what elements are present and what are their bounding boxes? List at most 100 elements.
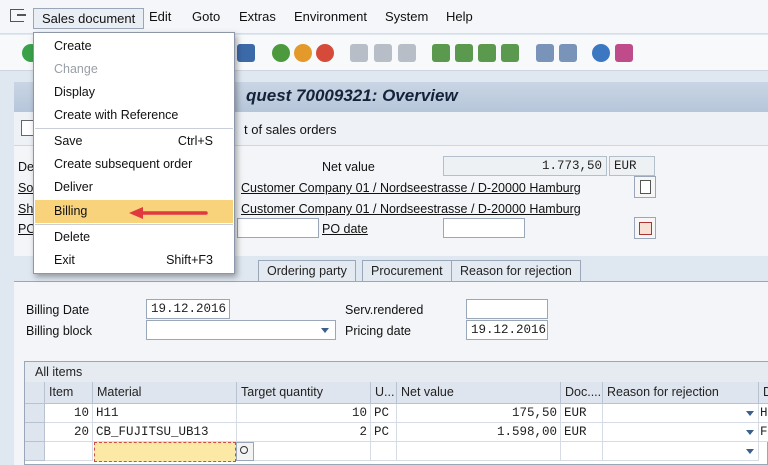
search-help-button[interactable] [236,442,254,461]
menu-edit[interactable]: Edit [149,9,171,24]
menu-item-deliver[interactable]: Deliver [35,176,233,199]
table-cell-material[interactable]: CB_FUJITSU_UB13 [93,423,237,442]
net-value-field: 1.773,50 [443,156,607,176]
po-date-input[interactable] [443,218,525,238]
table-cell-net-value: 175,50 [397,404,561,423]
column-header-net-value[interactable]: Net value [397,382,561,404]
exit-icon[interactable] [294,44,312,62]
menu-item-exit[interactable]: Exit Shift+F3 [35,249,233,272]
po-number-input[interactable] [237,218,319,238]
table-cell-unit[interactable] [371,442,397,461]
create-shortcut-icon[interactable] [559,44,577,62]
tab-reason-for-rejection[interactable]: Reason for rejection [451,260,581,281]
menu-bar: Sales document Edit Goto Extras Environm… [0,0,768,34]
row-selector[interactable] [25,442,45,461]
menu-item-change: Change [35,58,233,81]
table-cell-d[interactable]: H [759,404,768,423]
menu-system[interactable]: System [385,9,428,24]
billing-block-select[interactable] [146,320,336,340]
serv-rendered-input[interactable] [466,299,548,319]
table-cell-doc-currency: EUR [561,404,603,423]
customize-layout-icon[interactable] [615,44,633,62]
table-cell-item[interactable]: 20 [45,423,93,442]
table-cell-reason-select[interactable] [603,442,759,461]
create-session-icon[interactable] [536,44,554,62]
column-header-doc-currency[interactable]: Doc.... [561,382,603,404]
menu-item-create-with-reference[interactable]: Create with Reference [35,104,233,127]
menu-extras[interactable]: Extras [239,9,276,24]
cancel-icon[interactable] [316,44,334,62]
menu-sales-document[interactable]: Sales document [33,8,145,29]
menu-goto[interactable]: Goto [192,9,220,24]
select-all-cell[interactable] [25,382,45,404]
label-so[interactable]: So [18,181,33,195]
table-cell-item[interactable] [45,442,93,461]
menu-separator [35,224,233,225]
menu-item-label: Billing [54,204,88,218]
column-header-target-quantity[interactable]: Target quantity [237,382,371,404]
table-cell-target-quantity[interactable]: 2 [237,423,371,442]
material-entry-input[interactable] [94,442,236,462]
find-next-icon[interactable] [398,44,416,62]
next-page-icon[interactable] [478,44,496,62]
menu-item-label: Display [54,85,95,99]
table-cell-target-quantity[interactable] [254,442,371,461]
table-cell-reason-select[interactable] [603,423,759,442]
column-header-item[interactable]: Item [45,382,93,404]
sold-to-address-link[interactable]: Customer Company 01 / Nordseestrasse / D… [241,181,581,195]
menu-item-label: Deliver [54,180,93,194]
tab-procurement[interactable]: Procurement [362,260,452,281]
label-sh[interactable]: Sh [18,202,33,216]
search-icon [240,446,248,454]
column-header-material[interactable]: Material [93,382,237,404]
last-page-icon[interactable] [501,44,519,62]
menu-item-display[interactable]: Display [35,81,233,104]
table-cell-item[interactable]: 10 [45,404,93,423]
annotation-arrow-icon [129,207,208,219]
menu-separator [35,128,233,129]
chevron-down-icon [746,430,754,435]
document-icon[interactable] [634,176,656,198]
menu-shortcut: Ctrl+S [177,134,213,148]
menu-environment[interactable]: Environment [294,9,367,24]
page-icon [640,180,651,194]
menu-item-label: Delete [54,230,91,244]
table-cell-unit[interactable]: PC [371,404,397,423]
exit-arrow-icon [17,14,26,16]
display-document-flow-icon[interactable] [634,217,656,239]
ship-to-address-link[interactable]: Customer Company 01 / Nordseestrasse / D… [241,202,581,216]
billing-date-input[interactable]: 19.12.2016 [146,299,230,319]
currency-field: EUR [609,156,655,176]
column-header-unit[interactable]: U... [371,382,397,404]
print-icon[interactable] [350,44,368,62]
first-page-icon[interactable] [432,44,450,62]
previous-page-icon[interactable] [455,44,473,62]
appbar-button-label[interactable]: t of sales orders [244,122,337,137]
chevron-down-icon [746,449,754,454]
table-title: All items [25,362,768,382]
menu-item-save[interactable]: Save Ctrl+S [35,130,233,153]
help-icon[interactable] [592,44,610,62]
row-selector[interactable] [25,423,45,442]
tab-ordering-party[interactable]: Ordering party [258,260,356,281]
menu-item-create-subsequent-order[interactable]: Create subsequent order [35,153,233,176]
table-cell-material[interactable]: H11 [93,404,237,423]
table-cell-unit[interactable]: PC [371,423,397,442]
menu-item-delete[interactable]: Delete [35,226,233,249]
column-header-reason-for-rejection[interactable]: Reason for rejection [603,382,759,404]
back-icon[interactable] [272,44,290,62]
find-icon[interactable] [374,44,392,62]
column-header-d[interactable]: D [759,382,768,404]
row-selector[interactable] [25,404,45,423]
table-cell-reason-select[interactable] [603,404,759,423]
table-cell-net-value [397,442,561,461]
save-icon[interactable] [237,44,255,62]
pricing-date-input[interactable]: 19.12.2016 [466,320,548,340]
table-cell-d[interactable]: F [759,423,768,442]
menu-help[interactable]: Help [446,9,473,24]
menu-item-create[interactable]: Create [35,35,233,58]
table-cell-target-quantity[interactable]: 10 [237,404,371,423]
menu-shortcut: Shift+F3 [166,253,213,267]
chevron-down-icon [746,411,754,416]
chevron-down-icon [321,328,329,333]
